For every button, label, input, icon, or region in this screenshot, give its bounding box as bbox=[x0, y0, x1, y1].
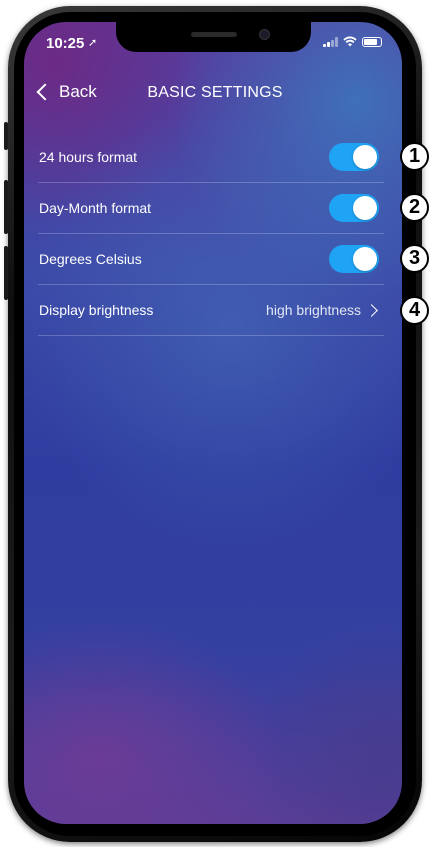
toggle-day-month-format[interactable] bbox=[329, 194, 379, 222]
setting-row-day-month-format: Day-Month format bbox=[38, 183, 384, 234]
volume-down-button bbox=[4, 246, 8, 300]
status-indicators bbox=[323, 36, 382, 47]
toggle-degrees-celsius[interactable] bbox=[329, 245, 379, 273]
setting-label: 24 hours format bbox=[39, 149, 138, 165]
page-title: BASIC SETTINGS bbox=[147, 84, 283, 101]
location-arrow-icon: ➚ bbox=[88, 37, 98, 49]
callout-badge-2: 2 bbox=[400, 193, 429, 222]
toggle-24-hours-format[interactable] bbox=[329, 143, 379, 171]
battery-icon bbox=[362, 36, 382, 47]
cellular-signal-icon bbox=[323, 36, 338, 47]
callout-badge-4: 4 bbox=[400, 296, 429, 325]
brightness-value: high brightness bbox=[266, 302, 361, 318]
setting-label: Display brightness bbox=[39, 302, 154, 318]
toggle-knob bbox=[353, 247, 377, 271]
volume-up-button bbox=[4, 180, 8, 234]
chevron-right-icon bbox=[365, 303, 378, 317]
setting-label: Degrees Celsius bbox=[39, 251, 142, 267]
notch bbox=[116, 22, 311, 52]
settings-list: 24 hours format Day-Month format Degrees… bbox=[38, 132, 384, 336]
setting-label: Day-Month format bbox=[39, 200, 152, 216]
wifi-icon bbox=[343, 36, 357, 47]
toggle-knob bbox=[353, 196, 377, 220]
toggle-knob bbox=[353, 145, 377, 169]
setting-row-degrees-celsius: Degrees Celsius bbox=[38, 234, 384, 285]
side-button bbox=[4, 122, 8, 150]
camera-icon bbox=[259, 29, 270, 40]
speaker bbox=[191, 32, 237, 37]
app-screen: 10:25 ➚ Back BASIC SETTINGS 24 hours for… bbox=[24, 22, 402, 824]
callout-badge-1: 1 bbox=[400, 142, 429, 171]
setting-row-display-brightness[interactable]: Display brightness high brightness bbox=[38, 285, 384, 336]
setting-row-24-hours-format: 24 hours format bbox=[38, 132, 384, 183]
status-time: 10:25 bbox=[46, 35, 85, 52]
callout-badge-3: 3 bbox=[400, 244, 429, 273]
brightness-value-wrap: high brightness bbox=[266, 302, 378, 318]
